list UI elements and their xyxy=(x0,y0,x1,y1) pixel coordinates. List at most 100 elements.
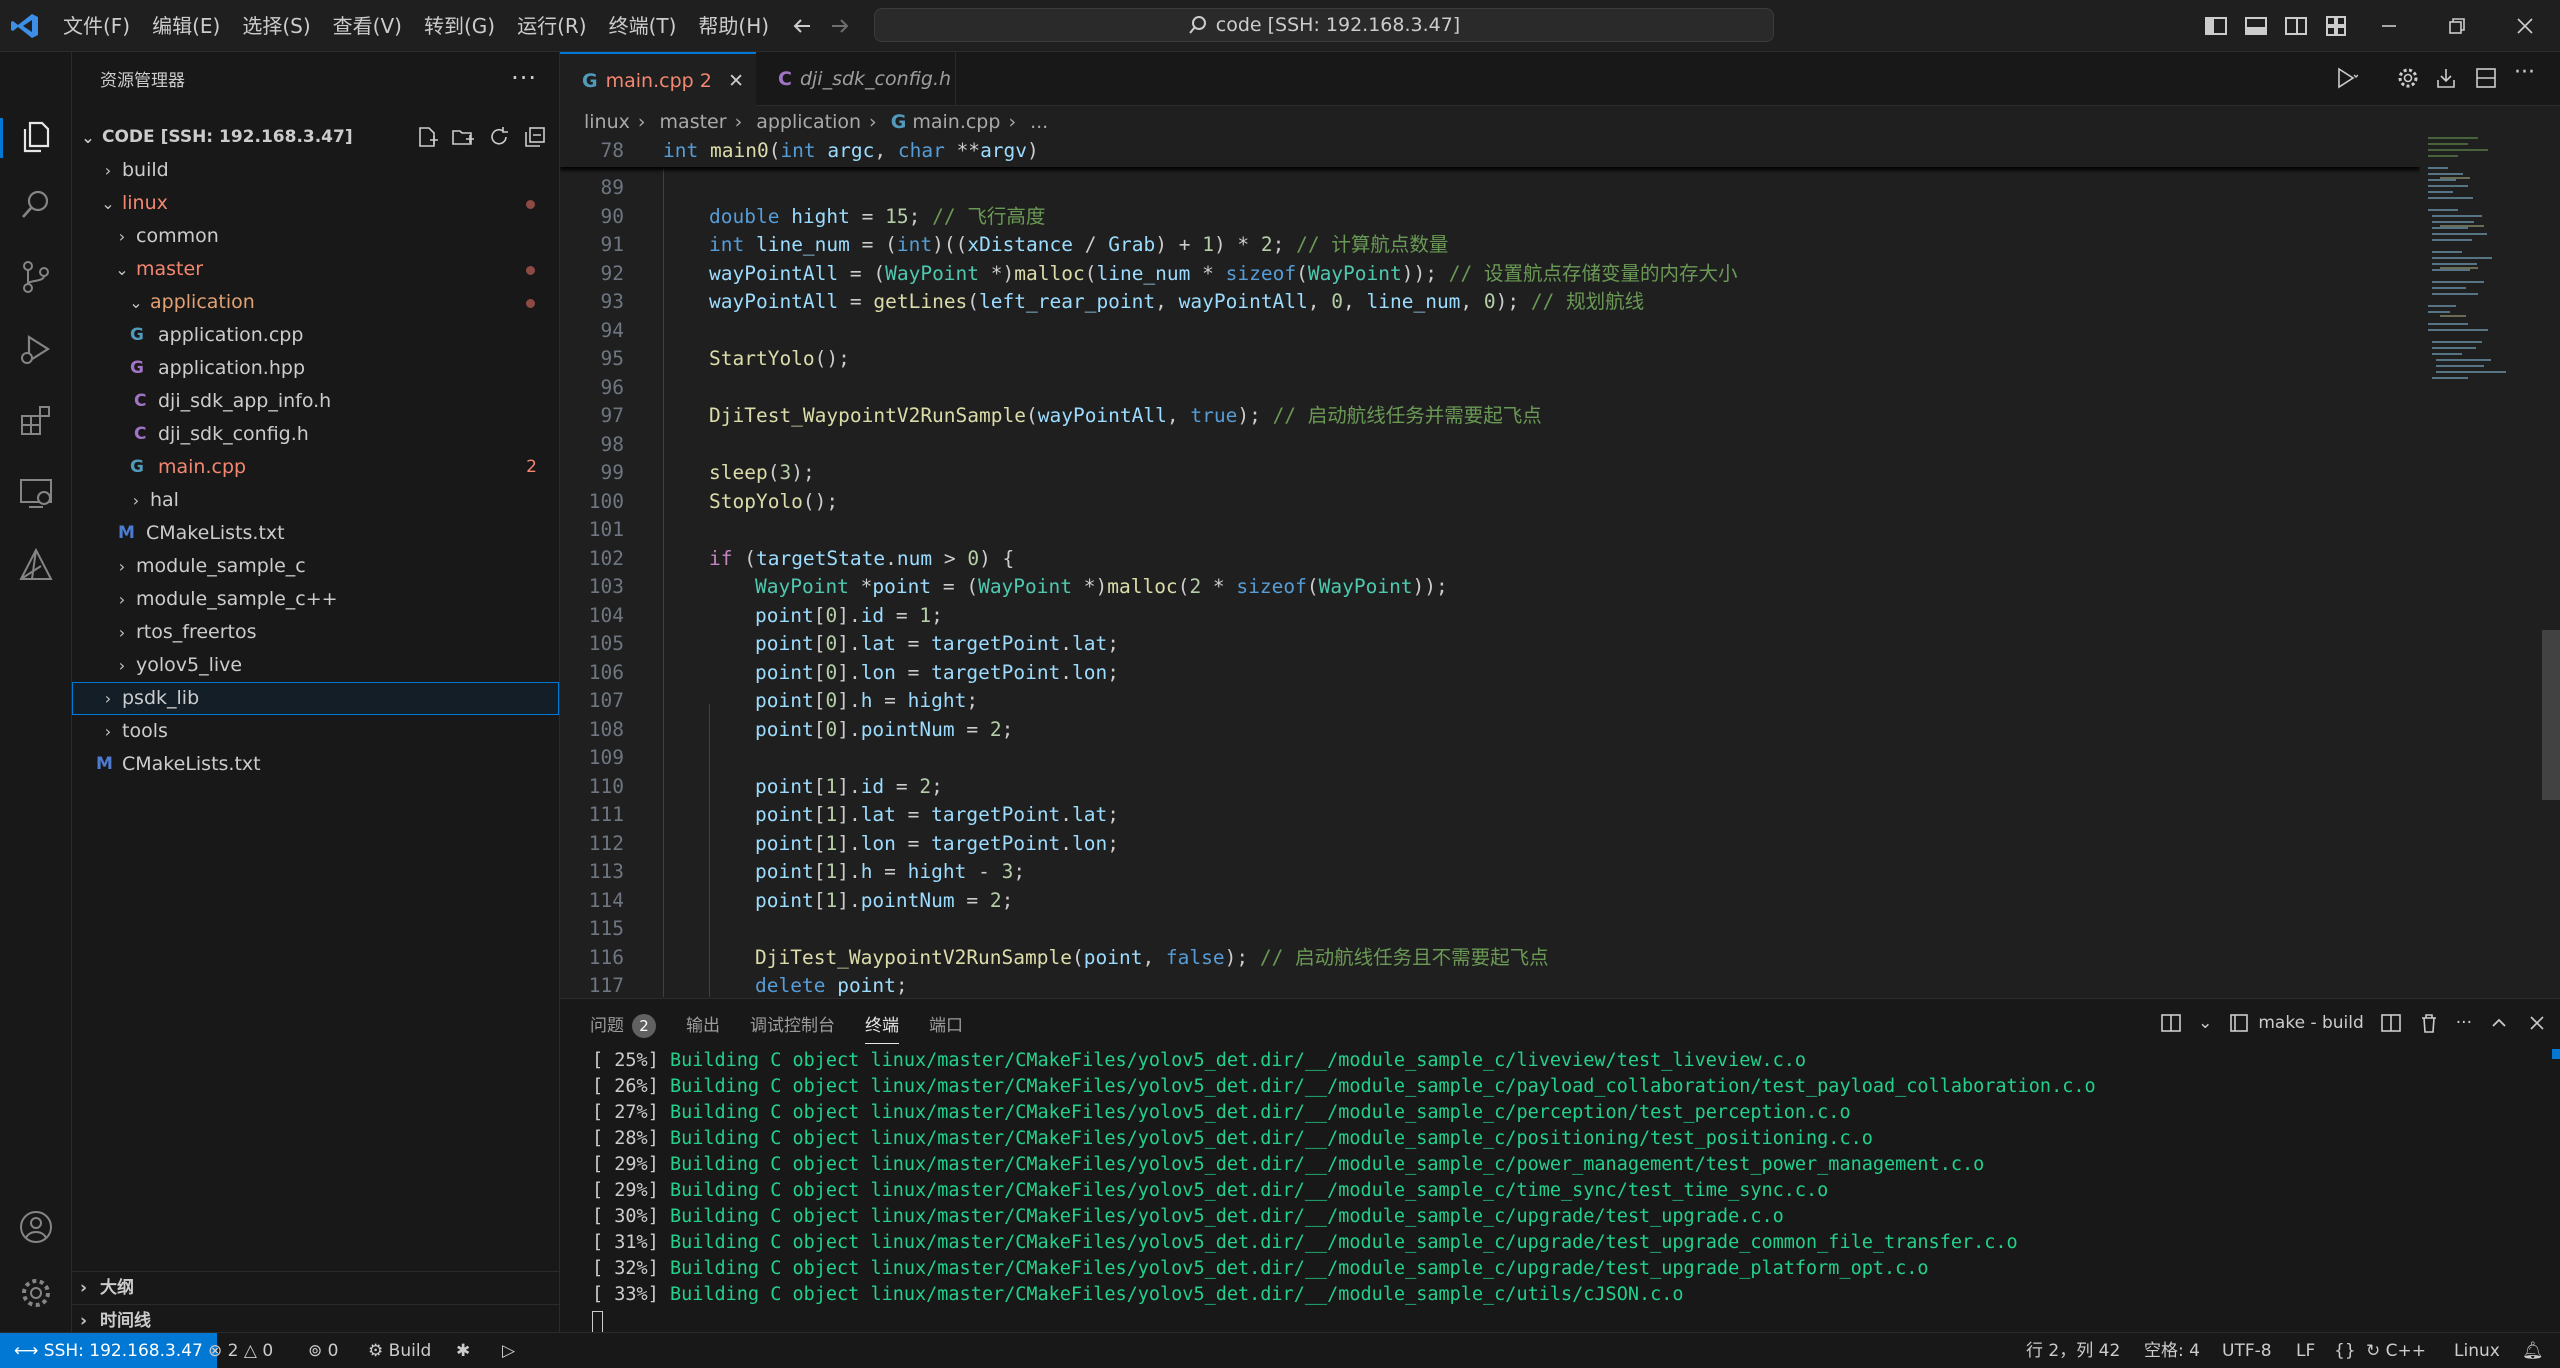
tree-file-cmakelists-root[interactable]: M CMakeLists.txt xyxy=(72,748,559,781)
forward-arrow-icon[interactable] xyxy=(828,14,852,38)
close-panel-icon[interactable] xyxy=(2526,1012,2548,1034)
run-file-icon[interactable] xyxy=(2334,66,2358,90)
menu-help[interactable]: 帮助(H) xyxy=(687,0,780,52)
refresh-icon[interactable] xyxy=(487,125,511,149)
tree-folder-build[interactable]: › build xyxy=(72,154,559,187)
launch-button[interactable]: ▷ xyxy=(502,1333,515,1368)
breadcrumb-symbol[interactable]: ... xyxy=(1030,111,1048,133)
tree-folder-hal[interactable]: › hal xyxy=(72,484,559,517)
new-terminal-split-icon[interactable] xyxy=(2160,1012,2182,1034)
maximize-panel-icon[interactable] xyxy=(2488,1012,2510,1034)
breadcrumb-linux[interactable]: linux xyxy=(584,111,630,133)
toggle-secondary-sidebar-icon[interactable] xyxy=(2284,14,2308,38)
tree-folder-tools[interactable]: › tools xyxy=(72,715,559,748)
panel-tab-debug-console[interactable]: 调试控制台 xyxy=(750,1011,835,1044)
end-of-line[interactable]: LF xyxy=(2296,1333,2315,1368)
tree-folder-module-sample-cpp[interactable]: › module_sample_c++ xyxy=(72,583,559,616)
more-actions-icon[interactable]: ··· xyxy=(2456,1013,2472,1033)
tree-file-application-hpp[interactable]: G application.hpp xyxy=(72,352,559,385)
tree-file-app-info-h[interactable]: C dji_sdk_app_info.h xyxy=(72,385,559,418)
open-changes-icon[interactable] xyxy=(2434,66,2458,90)
debug-button[interactable]: ✱ xyxy=(456,1333,470,1368)
tab-dji-sdk-config-h[interactable]: Cdji_sdk_config.h xyxy=(756,52,956,106)
settings-gear-icon[interactable] xyxy=(17,1274,55,1312)
editor-scrollbar[interactable] xyxy=(2542,137,2560,997)
tree-file-config-h[interactable]: C dji_sdk_config.h xyxy=(72,418,559,451)
new-folder-icon[interactable] xyxy=(451,125,475,149)
workspace-root[interactable]: ⌄ CODE [SSH: 192.168.3.47] xyxy=(72,121,559,154)
tree-folder-master[interactable]: ⌄ master xyxy=(72,253,559,286)
menu-terminal[interactable]: 终端(T) xyxy=(598,0,688,52)
tree-file-main-cpp[interactable]: G main.cpp 2 xyxy=(72,451,559,484)
close-window-icon[interactable] xyxy=(2512,13,2538,39)
language-status-icon[interactable]: {} xyxy=(2334,1333,2356,1368)
build-button[interactable]: ⚙ Build xyxy=(368,1333,431,1368)
tab-main-cpp[interactable]: Gmain.cpp 2 ✕ xyxy=(560,52,756,106)
panel-tab-problems[interactable]: 问题 2 xyxy=(590,1011,656,1044)
toggle-primary-sidebar-icon[interactable] xyxy=(2204,14,2228,38)
notifications-icon[interactable]: 🔔︎ xyxy=(2522,1333,2544,1368)
minimize-icon[interactable] xyxy=(2376,13,2402,39)
tree-folder-common[interactable]: › common xyxy=(72,220,559,253)
restore-icon[interactable] xyxy=(2444,13,2470,39)
menu-run[interactable]: 运行(R) xyxy=(506,0,598,52)
tree-folder-linux[interactable]: ⌄ linux xyxy=(72,187,559,220)
menu-selection[interactable]: 选择(S) xyxy=(231,0,321,52)
ports-status[interactable]: ⊚ 0 xyxy=(308,1333,338,1368)
tree-file-application-cpp[interactable]: G application.cpp xyxy=(72,319,559,352)
collapse-all-icon[interactable] xyxy=(523,125,547,149)
extensions-icon[interactable] xyxy=(17,402,55,440)
customize-layout-icon[interactable] xyxy=(2324,14,2348,38)
editor-scrollbar-thumb[interactable] xyxy=(2542,630,2560,800)
menu-edit[interactable]: 编辑(E) xyxy=(141,0,231,52)
split-editor-icon[interactable] xyxy=(2474,66,2498,90)
breadcrumb-master[interactable]: master xyxy=(660,111,727,133)
menu-file[interactable]: 文件(F) xyxy=(52,0,141,52)
code-editor[interactable]: 89 90 double hight = 15; // 飞行高度 91 int li… xyxy=(560,137,2420,997)
breadcrumb-main-cpp[interactable]: main.cpp xyxy=(912,111,1000,133)
remote-explorer-icon[interactable] xyxy=(17,474,55,512)
language-mode[interactable]: ↻ C++ xyxy=(2366,1333,2426,1368)
trash-icon[interactable] xyxy=(2418,1012,2440,1034)
tree-file-cmakelists-master[interactable]: M CMakeLists.txt xyxy=(72,517,559,550)
menu-view[interactable]: 查看(V) xyxy=(322,0,413,52)
problems-status[interactable]: ⊗ 2 △ 0 xyxy=(208,1333,273,1368)
tree-folder-rtos-freertos[interactable]: › rtos_freertos xyxy=(72,616,559,649)
tree-folder-psdk-lib[interactable]: › psdk_lib xyxy=(72,682,559,715)
encoding[interactable]: UTF-8 xyxy=(2222,1333,2272,1368)
breadcrumb-application[interactable]: application xyxy=(756,111,861,133)
platform[interactable]: Linux xyxy=(2454,1333,2500,1368)
tree-folder-application[interactable]: ⌄ application xyxy=(72,286,559,319)
cmake-icon[interactable] xyxy=(17,546,55,584)
split-terminal-icon[interactable] xyxy=(2380,1012,2402,1034)
outline-section[interactable]: › 大纲 xyxy=(72,1271,559,1304)
tree-folder-yolov5-live[interactable]: › yolov5_live xyxy=(72,649,559,682)
panel-tab-terminal[interactable]: 终端 xyxy=(865,1011,899,1044)
terminal-task-selector[interactable]: make - build xyxy=(2228,1012,2364,1034)
search-icon[interactable] xyxy=(17,186,55,224)
back-arrow-icon[interactable] xyxy=(790,14,814,38)
source-control-icon[interactable] xyxy=(17,258,55,296)
minimap[interactable] xyxy=(2420,137,2540,997)
explorer-icon[interactable] xyxy=(17,118,55,156)
menu-go[interactable]: 转到(G) xyxy=(413,0,506,52)
terminal-output[interactable]: [ 25%] Building C object linux/master/CM… xyxy=(592,1048,2096,1333)
sticky-scroll-header[interactable]: 78 int main0(int argc, char **argv) xyxy=(560,137,2420,167)
chevron-down-icon[interactable]: ⌄ xyxy=(2198,1013,2212,1033)
new-file-icon[interactable] xyxy=(415,125,439,149)
more-actions-icon[interactable]: ··· xyxy=(511,64,537,92)
settings-gear-icon[interactable] xyxy=(2396,66,2420,90)
remote-indicator[interactable]: ⟷ SSH: 192.168.3.47 xyxy=(0,1333,217,1368)
indentation[interactable]: 空格: 4 xyxy=(2144,1333,2200,1368)
more-actions-icon[interactable]: ··· xyxy=(2514,60,2538,85)
toggle-panel-icon[interactable] xyxy=(2244,14,2268,38)
cursor-position[interactable]: 行 2，列 42 xyxy=(2026,1333,2120,1368)
panel-tab-ports[interactable]: 端口 xyxy=(929,1011,963,1044)
tree-folder-module-sample-c[interactable]: › module_sample_c xyxy=(72,550,559,583)
account-icon[interactable] xyxy=(17,1208,55,1246)
close-icon[interactable]: ✕ xyxy=(728,54,744,108)
vscode-logo[interactable] xyxy=(10,12,40,40)
run-debug-icon[interactable] xyxy=(17,330,55,368)
command-center-search[interactable]: code [SSH: 192.168.3.47] xyxy=(874,8,1774,42)
panel-tab-output[interactable]: 输出 xyxy=(686,1011,720,1044)
